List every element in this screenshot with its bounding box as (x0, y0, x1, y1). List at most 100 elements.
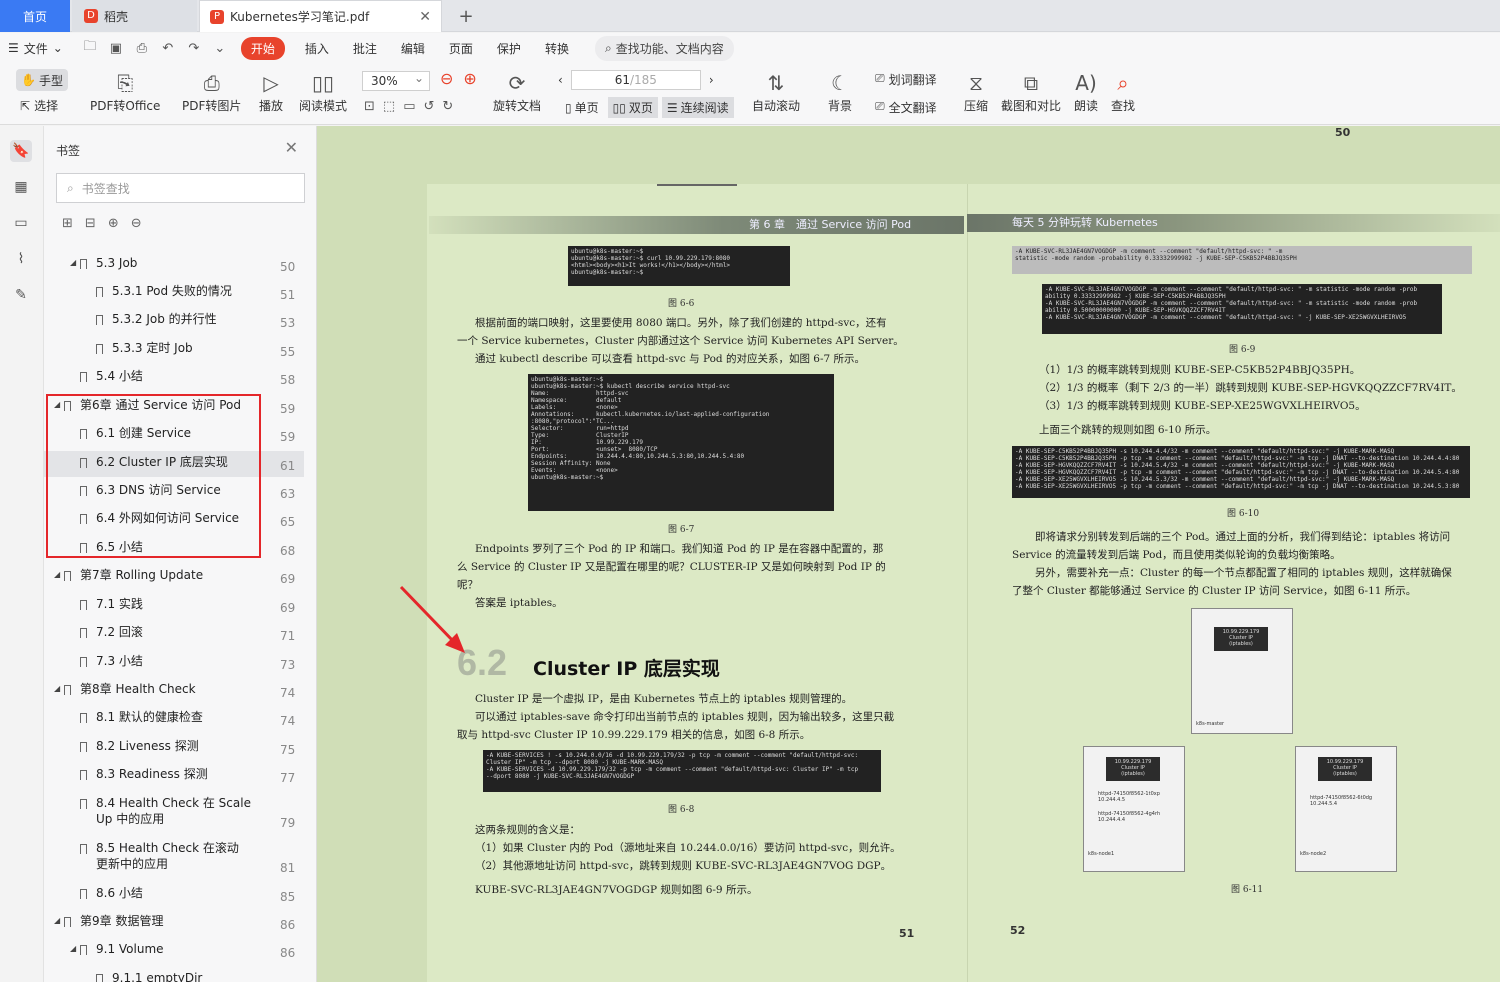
expand-triangle-icon[interactable]: ◢ (70, 258, 76, 267)
new-tab-button[interactable]: + (452, 0, 480, 32)
cluster-ip-box: 10.99.229.179 Cluster IP (iptables) (1214, 627, 1268, 651)
hand-tool-button[interactable]: ✋ 手型 (16, 69, 68, 91)
para: 答案是 iptables。 (475, 597, 563, 609)
sidebar-item-bookmark[interactable]: 5.3.3 定时 Job 55 (44, 337, 304, 363)
sidebar-item-bookmark[interactable]: 7.2 回滚 71 (44, 621, 304, 647)
sidebar-item-bookmark[interactable]: 5.3.2 Job 的并行性 53 (44, 308, 304, 334)
word-translate-button[interactable]: ⎚ 划词翻译 (875, 71, 937, 88)
zoom-in-icon[interactable]: ⊕ (463, 69, 476, 88)
next-page-icon[interactable]: › (709, 73, 714, 87)
menu-tab-convert[interactable]: 转换 (545, 40, 569, 57)
rotate-left-icon[interactable]: ↺ (424, 99, 435, 114)
play-button[interactable]: ▷ 播放 (259, 69, 283, 114)
delete-bookmark-icon[interactable]: ⊖ (131, 216, 142, 231)
rotate-right-icon[interactable]: ↻ (442, 99, 453, 114)
continuous-read-button[interactable]: ☰ 连续阅读 (661, 97, 734, 118)
comment-icon[interactable]: ▭ (10, 212, 32, 234)
bookmark-search-input[interactable]: ⌕ 书签查找 (56, 173, 305, 203)
menu-tab-annotate[interactable]: 批注 (353, 40, 377, 57)
sidebar-item-bookmark[interactable]: ◢ 第9章 数据管理 86 (44, 910, 304, 936)
sidebar-item-label: 5.4 小结 (96, 369, 143, 383)
expand-triangle-icon[interactable]: ◢ (54, 684, 60, 693)
menu-tab-insert[interactable]: 插入 (305, 40, 329, 57)
fit-page-icon[interactable]: ⬚ (383, 99, 395, 114)
save-icon[interactable]: ▣ (103, 41, 129, 56)
sidebar-item-bookmark[interactable]: 8.6 小结 85 (44, 882, 304, 908)
zoom-select[interactable]: 30% (362, 69, 430, 91)
read-mode-button[interactable]: ▯▯ 阅读模式 (299, 69, 347, 114)
find-button[interactable]: ⌕ 查找 (1111, 69, 1135, 114)
tab-home[interactable]: 首页 (0, 0, 70, 32)
select-tool-button[interactable]: ⇱ 选择 (20, 97, 58, 114)
signature-icon[interactable]: ✎ (10, 284, 32, 306)
expand-triangle-icon[interactable]: ◢ (70, 944, 76, 953)
full-translate-button[interactable]: ⎚ 全文翻译 (875, 99, 937, 116)
expand-all-icon[interactable]: ⊞ (62, 216, 73, 231)
sidebar-item-bookmark[interactable]: ◢ 9.1 Volume 86 (44, 938, 304, 964)
page-number-input[interactable]: 61/185 (570, 70, 701, 90)
thumbnail-icon[interactable]: ▦ (10, 176, 32, 198)
add-bookmark-icon[interactable]: ⊕ (108, 216, 119, 231)
read-aloud-button[interactable]: A) 朗读 (1074, 69, 1098, 114)
sidebar-item-bookmark[interactable]: ◢ 第8章 Health Check 74 (44, 678, 304, 704)
sidebar-item-page: 69 (280, 601, 296, 615)
chevron-down-icon: ⌄ (52, 41, 63, 55)
sidebar-item-bookmark[interactable]: 8.1 默认的健康检查 74 (44, 706, 304, 732)
expand-triangle-icon[interactable]: ◢ (54, 570, 60, 579)
para: Endpoints 罗列了三个 Pod 的 IP 和端口。我们知道 Pod 的 … (475, 543, 884, 555)
redo-icon[interactable]: ↷ (181, 41, 207, 56)
sidebar-item-bookmark[interactable]: 8.4 Health Check 在 Scale Up 中的应用 79 (44, 792, 304, 834)
ribbon-toolbar: ✋ 手型 ⇱ 选择 ⎘ PDF转Office ⎙ PDF转图片 ▷ 播放 ▯▯ … (0, 63, 1500, 125)
bookmark-flag-icon (96, 344, 103, 354)
menu-tab-page[interactable]: 页面 (449, 40, 473, 57)
menu-tab-protect[interactable]: 保护 (497, 40, 521, 57)
sidebar-item-bookmark[interactable]: ◢ 第7章 Rolling Update 69 (44, 564, 304, 590)
undo-icon[interactable]: ↶ (155, 41, 181, 56)
node1-label: k8s-node1 (1088, 851, 1115, 857)
total-pages: /185 (629, 73, 657, 87)
para: （1）1/3 的概率跳转到规则 KUBE-SEP-C5KB52P4BBJQ35P… (1039, 364, 1361, 376)
pdf-to-office-button[interactable]: ⎘ PDF转Office (90, 69, 160, 114)
single-page-button[interactable]: ▯ 单页 (560, 97, 604, 118)
rotate-document-button[interactable]: ⟳ 旋转文档 (493, 69, 541, 114)
background-button[interactable]: ☾ 背景 (828, 69, 852, 114)
document-viewer[interactable]: 50 第 6 章 通过 Service 访问 Pod 每天 5 分钟玩转 Kub… (317, 126, 1500, 982)
sidebar-item-page: 58 (280, 373, 296, 387)
actual-size-icon[interactable]: ⊡ (364, 99, 375, 114)
pdf-to-image-button[interactable]: ⎙ PDF转图片 (182, 69, 241, 114)
tab-pdf-document[interactable]: P Kubernetes学习笔记.pdf ✕ (199, 0, 442, 32)
compress-button[interactable]: ⧖ 压缩 (964, 69, 988, 114)
sidebar-item-bookmark[interactable]: 9.1.1 emptyDir (44, 967, 304, 982)
tab-docer[interactable]: D 稻壳 (72, 0, 197, 32)
fit-width-icon[interactable]: ▭ (403, 99, 415, 114)
autoscroll-button[interactable]: ⇅ 自动滚动 (752, 69, 800, 114)
expand-triangle-icon[interactable]: ◢ (54, 916, 60, 925)
menu-tab-start[interactable]: 开始 (240, 36, 285, 60)
sidebar-item-bookmark[interactable]: 7.1 实践 69 (44, 593, 304, 619)
sidebar-item-bookmark[interactable]: ◢ 5.3 Job 50 (44, 252, 304, 278)
para: 另外，需要补充一点：Cluster 的每一个节点都配置了相同的 iptables… (1035, 567, 1452, 579)
para: 通过 kubectl describe 可以查看 httpd-svc 与 Pod… (475, 353, 866, 365)
file-menu[interactable]: ☰ 文件 ⌄ (8, 40, 63, 57)
bookmark-panel-icon[interactable]: 🔖 (10, 140, 32, 162)
print-icon[interactable]: ⎙ (129, 41, 155, 56)
function-search[interactable]: ⌕ 查找功能、文档内容 (594, 35, 734, 61)
caption-6-6: 图 6-6 (668, 299, 695, 309)
screenshot-compare-button[interactable]: ⧉ 截图和对比 (1001, 69, 1061, 114)
sidebar-item-bookmark[interactable]: 7.3 小结 73 (44, 650, 304, 676)
zoom-out-icon[interactable]: ⊖ (440, 69, 453, 88)
prev-page-icon[interactable]: ‹ (558, 73, 563, 87)
menu-tab-edit[interactable]: 编辑 (401, 40, 425, 57)
close-sidebar-icon[interactable]: ✕ (285, 138, 298, 157)
sidebar-item-bookmark[interactable]: 8.5 Health Check 在滚动 更新中的应用 81 (44, 837, 304, 879)
sidebar-item-bookmark[interactable]: 5.3.1 Pod 失败的情况 51 (44, 280, 304, 306)
close-tab-icon[interactable]: ✕ (419, 9, 431, 25)
more-icon[interactable]: ⌄ (207, 41, 233, 56)
sidebar-item-bookmark[interactable]: 8.2 Liveness 探测 75 (44, 735, 304, 761)
sidebar-item-bookmark[interactable]: 5.4 小结 58 (44, 365, 304, 391)
open-folder-icon[interactable]: 🗀 (77, 37, 103, 59)
collapse-all-icon[interactable]: ⊟ (85, 216, 96, 231)
sidebar-item-bookmark[interactable]: 8.3 Readiness 探测 77 (44, 763, 304, 789)
double-page-button[interactable]: ▯▯ 双页 (607, 97, 658, 118)
attachment-icon[interactable]: ⌇ (10, 248, 32, 270)
